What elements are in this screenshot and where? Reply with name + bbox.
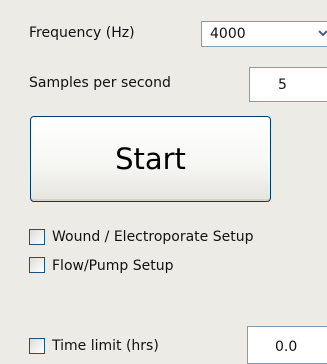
start-button[interactable]: Start <box>30 116 271 202</box>
flow-pump-label[interactable]: Flow/Pump Setup <box>52 256 173 276</box>
wound-electroporate-checkbox[interactable] <box>29 229 45 245</box>
wound-electroporate-label[interactable]: Wound / Electroporate Setup <box>52 227 253 247</box>
flow-pump-checkbox[interactable] <box>29 257 45 273</box>
frequency-label: Frequency (Hz) <box>29 25 135 41</box>
samples-per-second-label: Samples per second <box>29 75 171 91</box>
time-limit-input[interactable]: 0.0 <box>247 326 327 364</box>
time-limit-checkbox[interactable] <box>29 338 45 354</box>
frequency-selected-value: 4000 <box>210 26 246 42</box>
time-limit-value: 0.0 <box>275 339 298 355</box>
samples-per-second-input[interactable]: 5 <box>249 67 327 102</box>
frequency-select[interactable]: 4000 <box>201 21 327 47</box>
chevron-down-icon[interactable] <box>318 24 327 44</box>
samples-per-second-value: 5 <box>278 77 287 93</box>
time-limit-label[interactable]: Time limit (hrs) <box>52 336 159 356</box>
